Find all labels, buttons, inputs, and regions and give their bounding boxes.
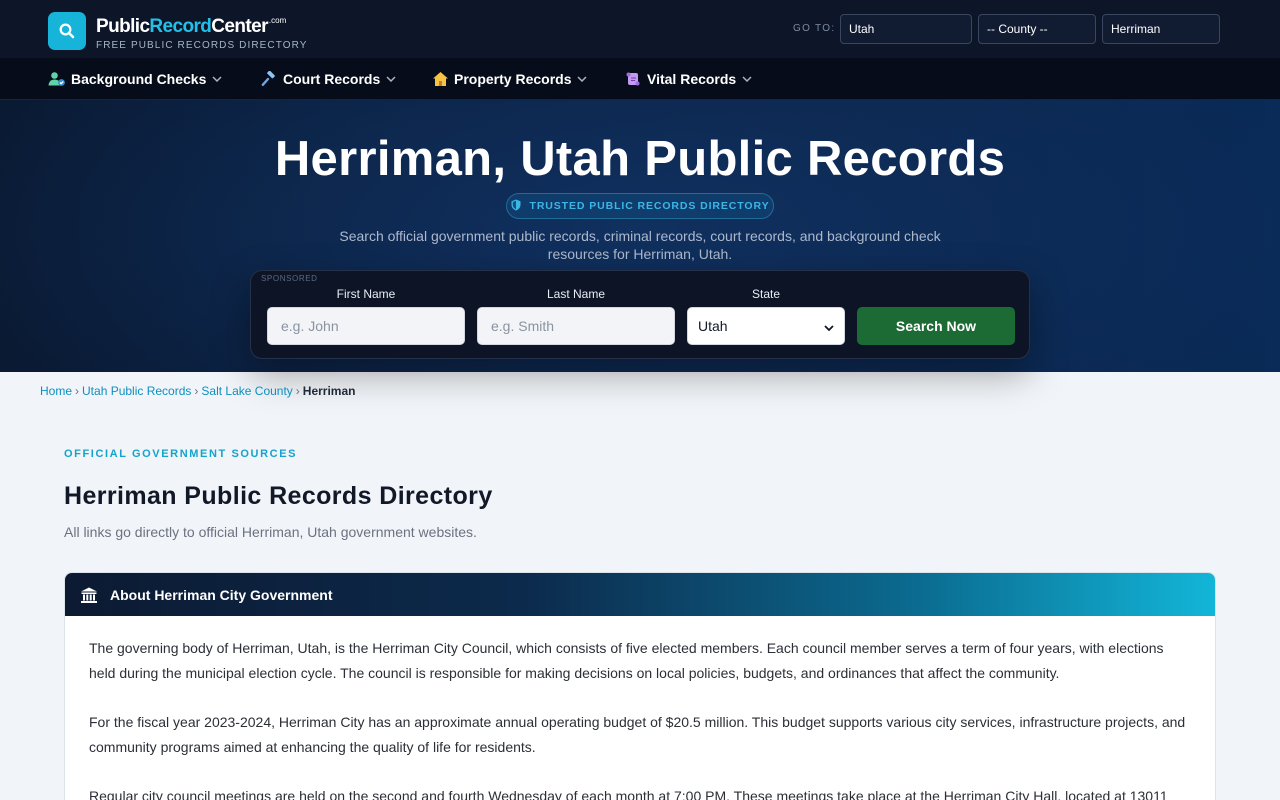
site-header: PublicRecordCenter.com FREE PUBLIC RECOR…: [0, 0, 1280, 58]
logo-wordmark: PublicRecordCenter.com: [96, 16, 287, 37]
goto-state-select[interactable]: Utah: [840, 14, 972, 44]
state-label: State: [751, 287, 781, 301]
breadcrumb-home[interactable]: Home: [40, 384, 72, 398]
main-nav: Background Checks Court Records Property…: [0, 58, 1280, 100]
nav-background-checks[interactable]: Background Checks: [48, 58, 222, 100]
directory-subtitle: All links go directly to official Herrim…: [64, 524, 477, 540]
people-search-form: SPONSORED First Name Last Name State Uta…: [250, 270, 1030, 359]
section-eyebrow: OFFICIAL GOVERNMENT SOURCES: [64, 448, 298, 460]
gavel-icon: [260, 70, 278, 88]
trusted-badge: TRUSTED PUBLIC RECORDS DIRECTORY: [506, 193, 774, 219]
card-title: About Herriman City Government: [110, 586, 333, 603]
goto-county-select[interactable]: -- County --: [978, 14, 1096, 44]
chevron-down-icon: [386, 76, 396, 82]
government-building-icon: [80, 586, 98, 604]
breadcrumb-current: Herriman: [302, 384, 356, 398]
first-name-label: First Name: [336, 287, 396, 301]
first-name-input[interactable]: [267, 307, 465, 345]
site-logo[interactable]: PublicRecordCenter.com FREE PUBLIC RECOR…: [48, 10, 308, 51]
state-select-value: Utah: [698, 318, 728, 334]
search-now-button[interactable]: Search Now: [857, 307, 1015, 345]
nav-label: Court Records: [283, 71, 381, 87]
house-icon: [431, 70, 449, 88]
breadcrumb-state[interactable]: Utah Public Records: [82, 384, 191, 398]
nav-label: Background Checks: [71, 71, 207, 87]
card-body: The governing body of Herriman, Utah, is…: [65, 616, 1215, 800]
state-select[interactable]: Utah: [687, 307, 845, 345]
goto-state-value: Utah: [849, 22, 875, 36]
goto-city-select[interactable]: Herriman: [1102, 14, 1220, 44]
breadcrumb: Home › Utah Public Records › Salt Lake Count…: [40, 384, 355, 398]
last-name-input[interactable]: [477, 307, 675, 345]
chevron-down-icon: [212, 76, 222, 82]
card-paragraph: Regular city council meetings are held o…: [89, 788, 1168, 800]
directory-title: Herriman Public Records Directory: [64, 482, 493, 510]
card-paragraph: For the fiscal year 2023-2024, Herriman …: [89, 714, 1186, 755]
card-header: About Herriman City Government: [65, 573, 1215, 616]
nav-property-records[interactable]: Property Records: [431, 58, 588, 100]
sponsored-label: SPONSORED: [261, 274, 318, 283]
goto-label: GO TO:: [793, 23, 836, 34]
chevron-down-icon: [824, 318, 834, 334]
search-logo-icon: [48, 11, 86, 50]
page-title: Herriman, Utah Public Records: [274, 132, 1006, 186]
goto-county-value: -- County --: [987, 22, 1048, 36]
logo-tld: .com: [268, 16, 287, 25]
city-government-card: About Herriman City Government The gover…: [64, 572, 1216, 800]
breadcrumb-separator: ›: [295, 384, 300, 398]
nav-vital-records[interactable]: Vital Records: [624, 58, 752, 100]
chevron-down-icon: [742, 76, 752, 82]
breadcrumb-separator: ›: [75, 384, 80, 398]
breadcrumb-county[interactable]: Salt Lake County: [201, 384, 292, 398]
shield-icon: [511, 199, 530, 214]
scroll-icon: [624, 70, 642, 88]
card-paragraph: The governing body of Herriman, Utah, is…: [89, 640, 1164, 681]
nav-label: Property Records: [454, 71, 572, 87]
hero-subtitle: Search official government public record…: [339, 228, 941, 262]
goto-city-value: Herriman: [1111, 22, 1161, 36]
trusted-badge-text: TRUSTED PUBLIC RECORDS DIRECTORY: [529, 200, 770, 212]
nav-court-records[interactable]: Court Records: [260, 58, 396, 100]
last-name-label: Last Name: [546, 287, 606, 301]
logo-tagline: FREE PUBLIC RECORDS DIRECTORY: [96, 40, 308, 51]
nav-label: Vital Records: [647, 71, 737, 87]
chevron-down-icon: [577, 76, 588, 82]
user-check-icon: [48, 70, 66, 88]
breadcrumb-separator: ›: [194, 384, 199, 398]
